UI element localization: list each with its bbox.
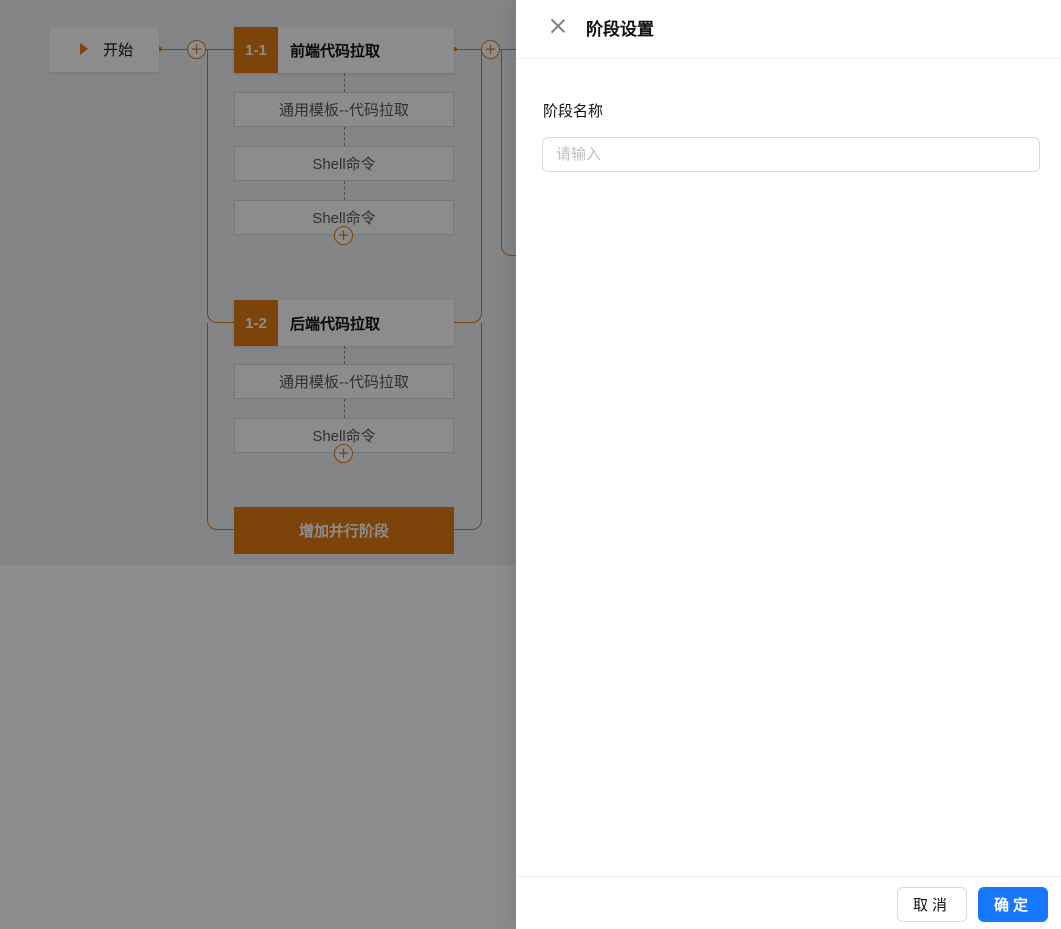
drawer-footer: 取消 确定 [516, 876, 1061, 929]
close-icon[interactable] [548, 16, 568, 36]
stage-name-input[interactable] [542, 137, 1040, 172]
confirm-button[interactable]: 确定 [978, 887, 1048, 922]
stage-name-label: 阶段名称 [543, 103, 604, 120]
drawer-title: 阶段设置 [586, 20, 654, 39]
stage-settings-drawer: 阶段设置 阶段名称 取消 确定 [516, 0, 1061, 929]
cancel-button[interactable]: 取消 [897, 887, 967, 922]
drawer-header: 阶段设置 [516, 0, 1061, 59]
